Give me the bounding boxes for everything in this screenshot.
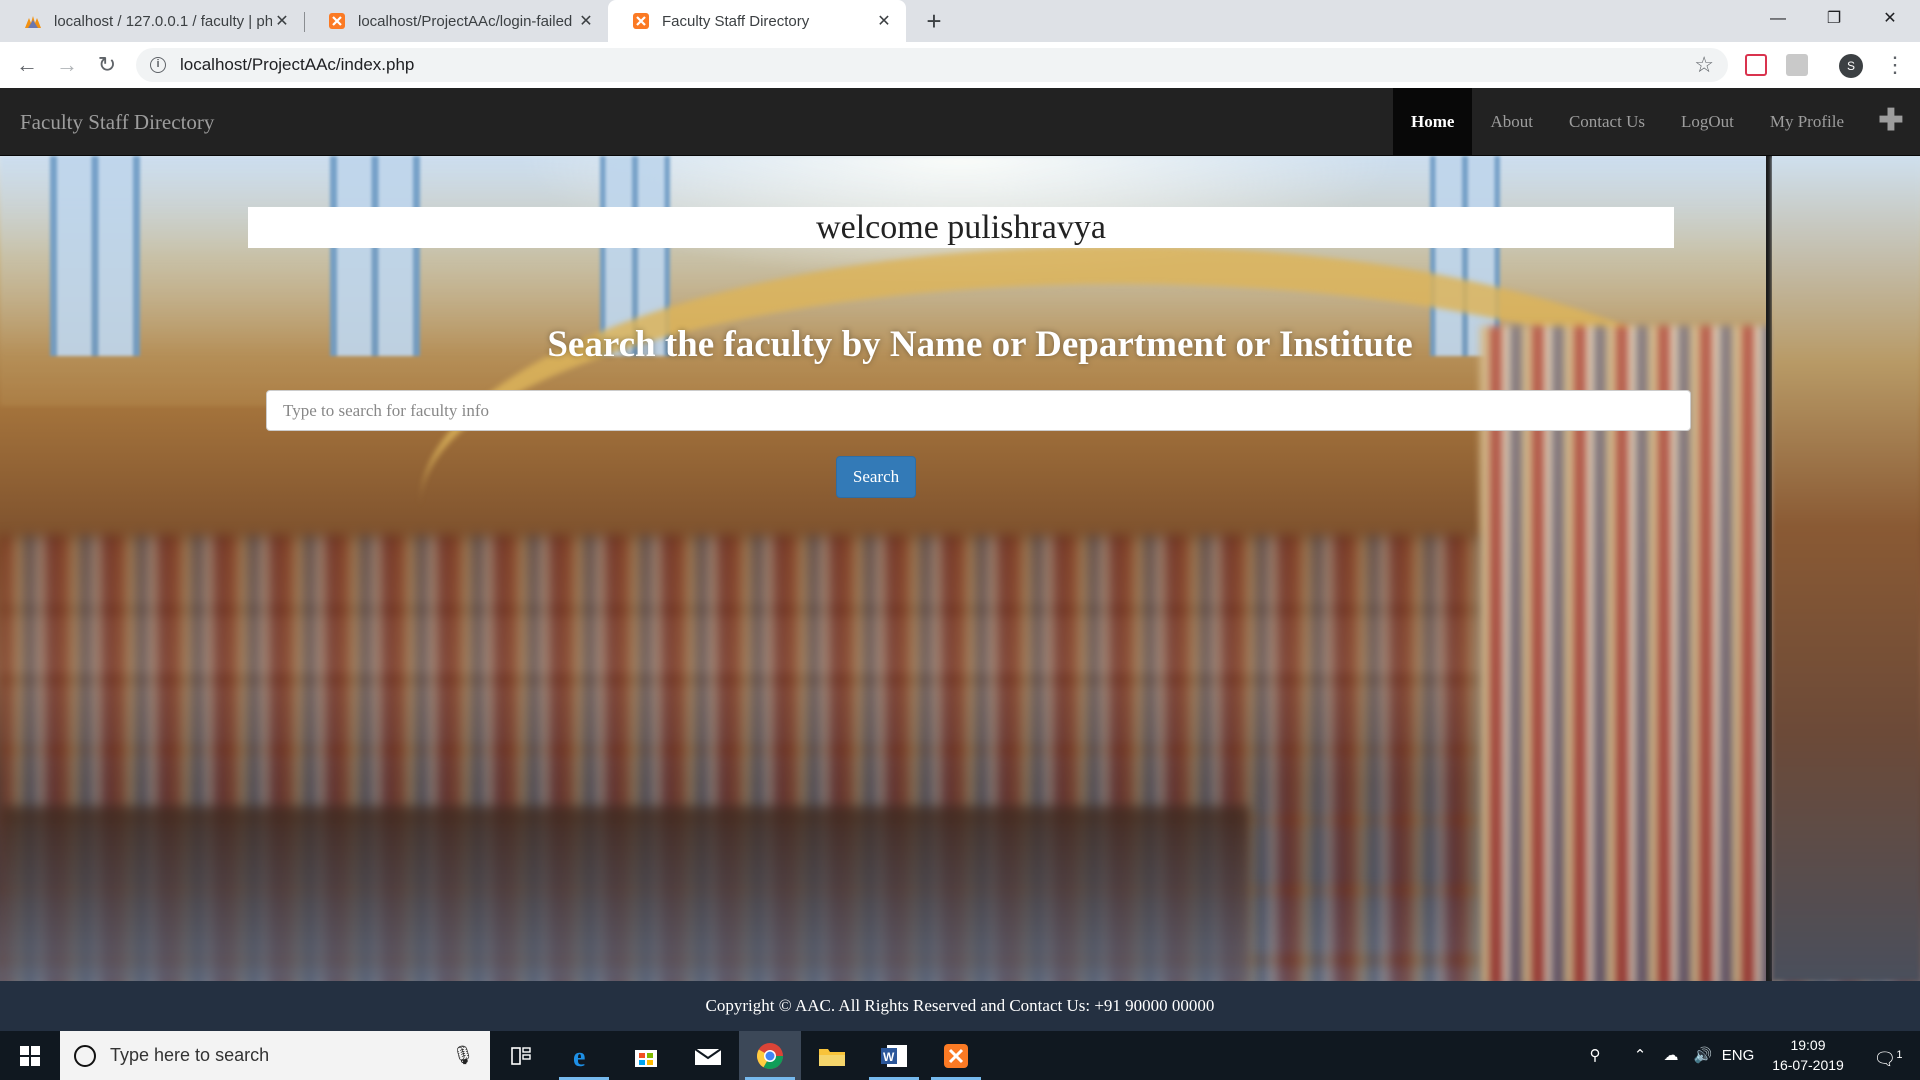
faculty-search-input[interactable] [266, 390, 1691, 431]
page-viewport: Faculty Staff Directory Home About Conta… [0, 88, 1920, 1031]
acrobat-extension-icon[interactable] [1786, 54, 1808, 76]
tab-title: Faculty Staff Directory [662, 12, 810, 30]
close-tab-icon[interactable]: ✕ [874, 11, 894, 31]
svg-text:e: e [573, 1042, 585, 1070]
file-explorer-icon[interactable] [801, 1031, 863, 1080]
windows-taskbar: Type here to search 🎙 e W ⚲ ⌃ ☁ 🔊 ENG 19… [0, 1031, 1920, 1080]
nav-logout[interactable]: LogOut [1663, 88, 1752, 156]
nav-links: Home About Contact Us LogOut My Profile … [1393, 88, 1920, 156]
new-tab-button[interactable]: + [918, 6, 950, 36]
tab-faculty-staff-directory[interactable]: Faculty Staff Directory ✕ [608, 0, 906, 42]
microphone-icon[interactable]: 🎙 [448, 1045, 478, 1066]
show-hidden-icons-chevron[interactable]: ⌃ [1628, 1031, 1652, 1080]
address-url: localhost/ProjectAAc/index.php [180, 55, 415, 74]
close-tab-icon[interactable]: ✕ [272, 11, 292, 31]
back-button[interactable]: ← [12, 50, 42, 80]
tab-title: localhost/ProjectAAc/login-failed [358, 12, 573, 30]
xampp-icon [633, 13, 649, 29]
site-brand[interactable]: Faculty Staff Directory [20, 88, 214, 156]
browser-toolbar: ← → ↻ i localhost/ProjectAAc/index.php ☆… [0, 42, 1920, 88]
profile-avatar[interactable]: S [1839, 54, 1863, 78]
minimize-button[interactable]: — [1750, 0, 1806, 38]
address-bar[interactable]: i localhost/ProjectAAc/index.php ☆ [136, 48, 1728, 82]
clock-date: 16-07-2019 [1772, 1057, 1844, 1073]
svg-text:W: W [883, 1050, 895, 1064]
info-icon[interactable]: i [150, 57, 166, 73]
library-background-image [0, 156, 1920, 981]
word-icon[interactable]: W [863, 1031, 925, 1080]
bookmark-star-icon[interactable]: ☆ [1694, 52, 1714, 78]
onedrive-cloud-icon[interactable]: ☁ [1656, 1031, 1686, 1080]
browser-tab-strip: localhost / 127.0.0.1 / faculty | phpMyA… [0, 0, 1920, 42]
tab-login-failed[interactable]: localhost/ProjectAAc/login-failed ✕ [304, 0, 608, 42]
taskbar-clock[interactable]: 19:09 16-07-2019 [1758, 1035, 1858, 1075]
language-indicator[interactable]: ENG [1720, 1031, 1756, 1080]
page-footer: Copyright © AAC. All Rights Reserved and… [0, 981, 1920, 1031]
tab-phpmyadmin[interactable]: localhost / 127.0.0.1 / faculty | phpMyA… [0, 0, 304, 42]
chrome-icon[interactable] [739, 1031, 801, 1080]
edge-browser-icon[interactable]: e [553, 1031, 615, 1080]
nav-home[interactable]: Home [1393, 88, 1473, 156]
people-icon[interactable]: ⚲ [1580, 1031, 1610, 1080]
taskbar-search-box[interactable]: Type here to search 🎙 [60, 1031, 490, 1080]
notification-count: 1 [1896, 1049, 1903, 1061]
xampp-icon [329, 13, 345, 29]
cortana-icon [74, 1044, 96, 1067]
volume-icon[interactable]: 🔊 [1688, 1031, 1718, 1080]
site-navbar: Faculty Staff Directory Home About Conta… [0, 88, 1920, 156]
taskbar-search-placeholder: Type here to search [110, 1045, 270, 1065]
windows-logo-icon [20, 1046, 29, 1055]
forward-button[interactable]: → [52, 50, 82, 80]
pocket-extension-icon[interactable] [1745, 54, 1767, 76]
windows-start-button[interactable] [0, 1031, 60, 1080]
plus-icon[interactable]: ✚ [1862, 88, 1920, 156]
xampp-control-icon[interactable] [925, 1031, 987, 1080]
close-tab-icon[interactable]: ✕ [576, 11, 596, 31]
phpmyadmin-icon [25, 16, 41, 28]
restore-button[interactable]: ❐ [1806, 0, 1862, 38]
clock-time: 19:09 [1790, 1037, 1826, 1053]
microsoft-store-icon[interactable] [615, 1031, 677, 1080]
browser-menu-icon[interactable]: ⋮ [1884, 50, 1906, 80]
reload-button[interactable]: ↻ [92, 50, 122, 80]
nav-contact-us[interactable]: Contact Us [1551, 88, 1663, 156]
tab-title: localhost / 127.0.0.1 / faculty | phpMyA… [54, 12, 272, 30]
search-button[interactable]: Search [836, 456, 916, 498]
close-window-button[interactable]: ✕ [1862, 0, 1918, 38]
welcome-banner: welcome pulishravya [248, 207, 1674, 248]
nav-about[interactable]: About [1472, 88, 1551, 156]
mail-icon[interactable] [677, 1031, 739, 1080]
task-view-icon[interactable] [490, 1031, 552, 1080]
nav-my-profile[interactable]: My Profile [1752, 88, 1862, 156]
action-center-icon[interactable]: 🗨1 [1864, 1031, 1912, 1080]
search-heading: Search the faculty by Name or Department… [547, 324, 1413, 365]
